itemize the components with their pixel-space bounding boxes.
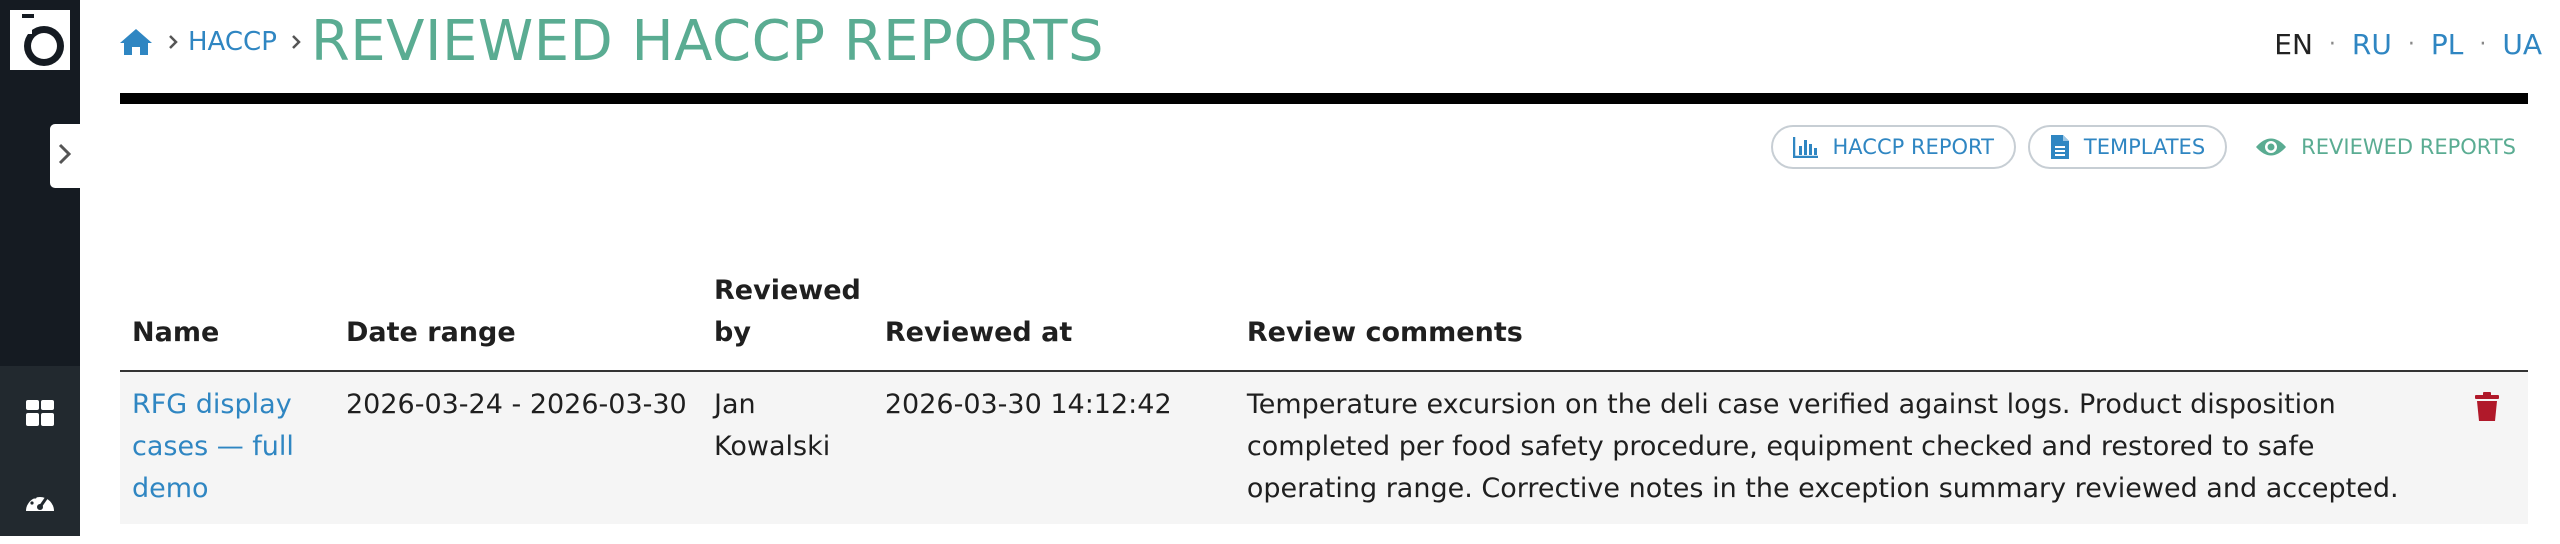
sidebar-nav [0,366,80,536]
chevron-right-icon [291,34,301,50]
lang-pl[interactable]: PL [2431,28,2463,61]
sidebar-item-metrics[interactable] [0,464,80,544]
document-icon [2050,134,2070,160]
lang-separator: · [2407,32,2415,57]
sidebar-item-dashboard[interactable] [0,376,80,456]
eye-icon [2255,136,2287,158]
haccp-report-label: HACCP REPORT [1832,135,1994,159]
language-switcher: EN · RU · PL · UA [2274,28,2542,61]
speedometer-icon [24,487,56,521]
sidebar-expand-button[interactable] [50,124,80,188]
column-header-actions [2462,270,2528,372]
lang-separator: · [2479,32,2487,57]
column-header-reviewed-by: Reviewed by [702,270,873,372]
column-header-review-comments: Review comments [1234,270,2462,372]
cell-review-comments: Temperature excursion on the deli case v… [1234,371,2462,524]
column-header-date-range: Date range [334,270,702,372]
cell-date-range: 2026-03-24 - 2026-03-30 [334,371,702,524]
column-header-name: Name [120,270,334,372]
templates-button[interactable]: TEMPLATES [2027,125,2228,169]
breadcrumb: HACCP REVIEWED HACCP REPORTS [118,14,1104,70]
haccp-report-button[interactable]: HACCP REPORT [1770,125,2016,169]
table-header-row: Name Date range Reviewed by Reviewed at … [120,270,2528,372]
cell-reviewed-by: Jan Kowalski [702,371,873,524]
reviewed-reports-table: Name Date range Reviewed by Reviewed at … [120,270,2528,524]
breadcrumb-item-haccp[interactable]: HACCP [188,27,277,57]
lang-en: EN [2274,28,2313,61]
home-icon[interactable] [118,27,154,57]
lang-ua[interactable]: UA [2502,28,2542,61]
trash-icon[interactable] [2474,392,2500,422]
dashboard-grid-icon [25,399,55,433]
chevron-right-icon [168,34,178,50]
sidebar [0,0,80,536]
reviewed-reports-label: REVIEWED REPORTS [2301,135,2516,159]
page-title: REVIEWED HACCP REPORTS [310,9,1104,74]
lang-separator: · [2328,32,2336,57]
action-bar: HACCP REPORT TEMPLATES REVIEWED REPORTS [1770,125,2516,169]
column-header-reviewed-at: Reviewed at [872,270,1235,372]
lang-ru[interactable]: RU [2352,28,2392,61]
table-row: RFG display cases — full demo 2026-03-24… [120,371,2528,524]
cell-reviewed-at: 2026-03-30 14:12:42 [872,371,1235,524]
lens-logo-icon[interactable] [8,8,74,74]
chevron-right-icon [57,142,73,170]
cell-actions [2462,371,2528,524]
cell-name: RFG display cases — full demo [120,371,334,524]
reviewed-reports-tab[interactable]: REVIEWED REPORTS [2239,125,2516,169]
header-divider [120,93,2528,104]
templates-label: TEMPLATES [2083,135,2206,159]
bar-chart-icon [1792,136,1819,158]
report-name-link[interactable]: RFG display cases — full demo [132,389,294,504]
